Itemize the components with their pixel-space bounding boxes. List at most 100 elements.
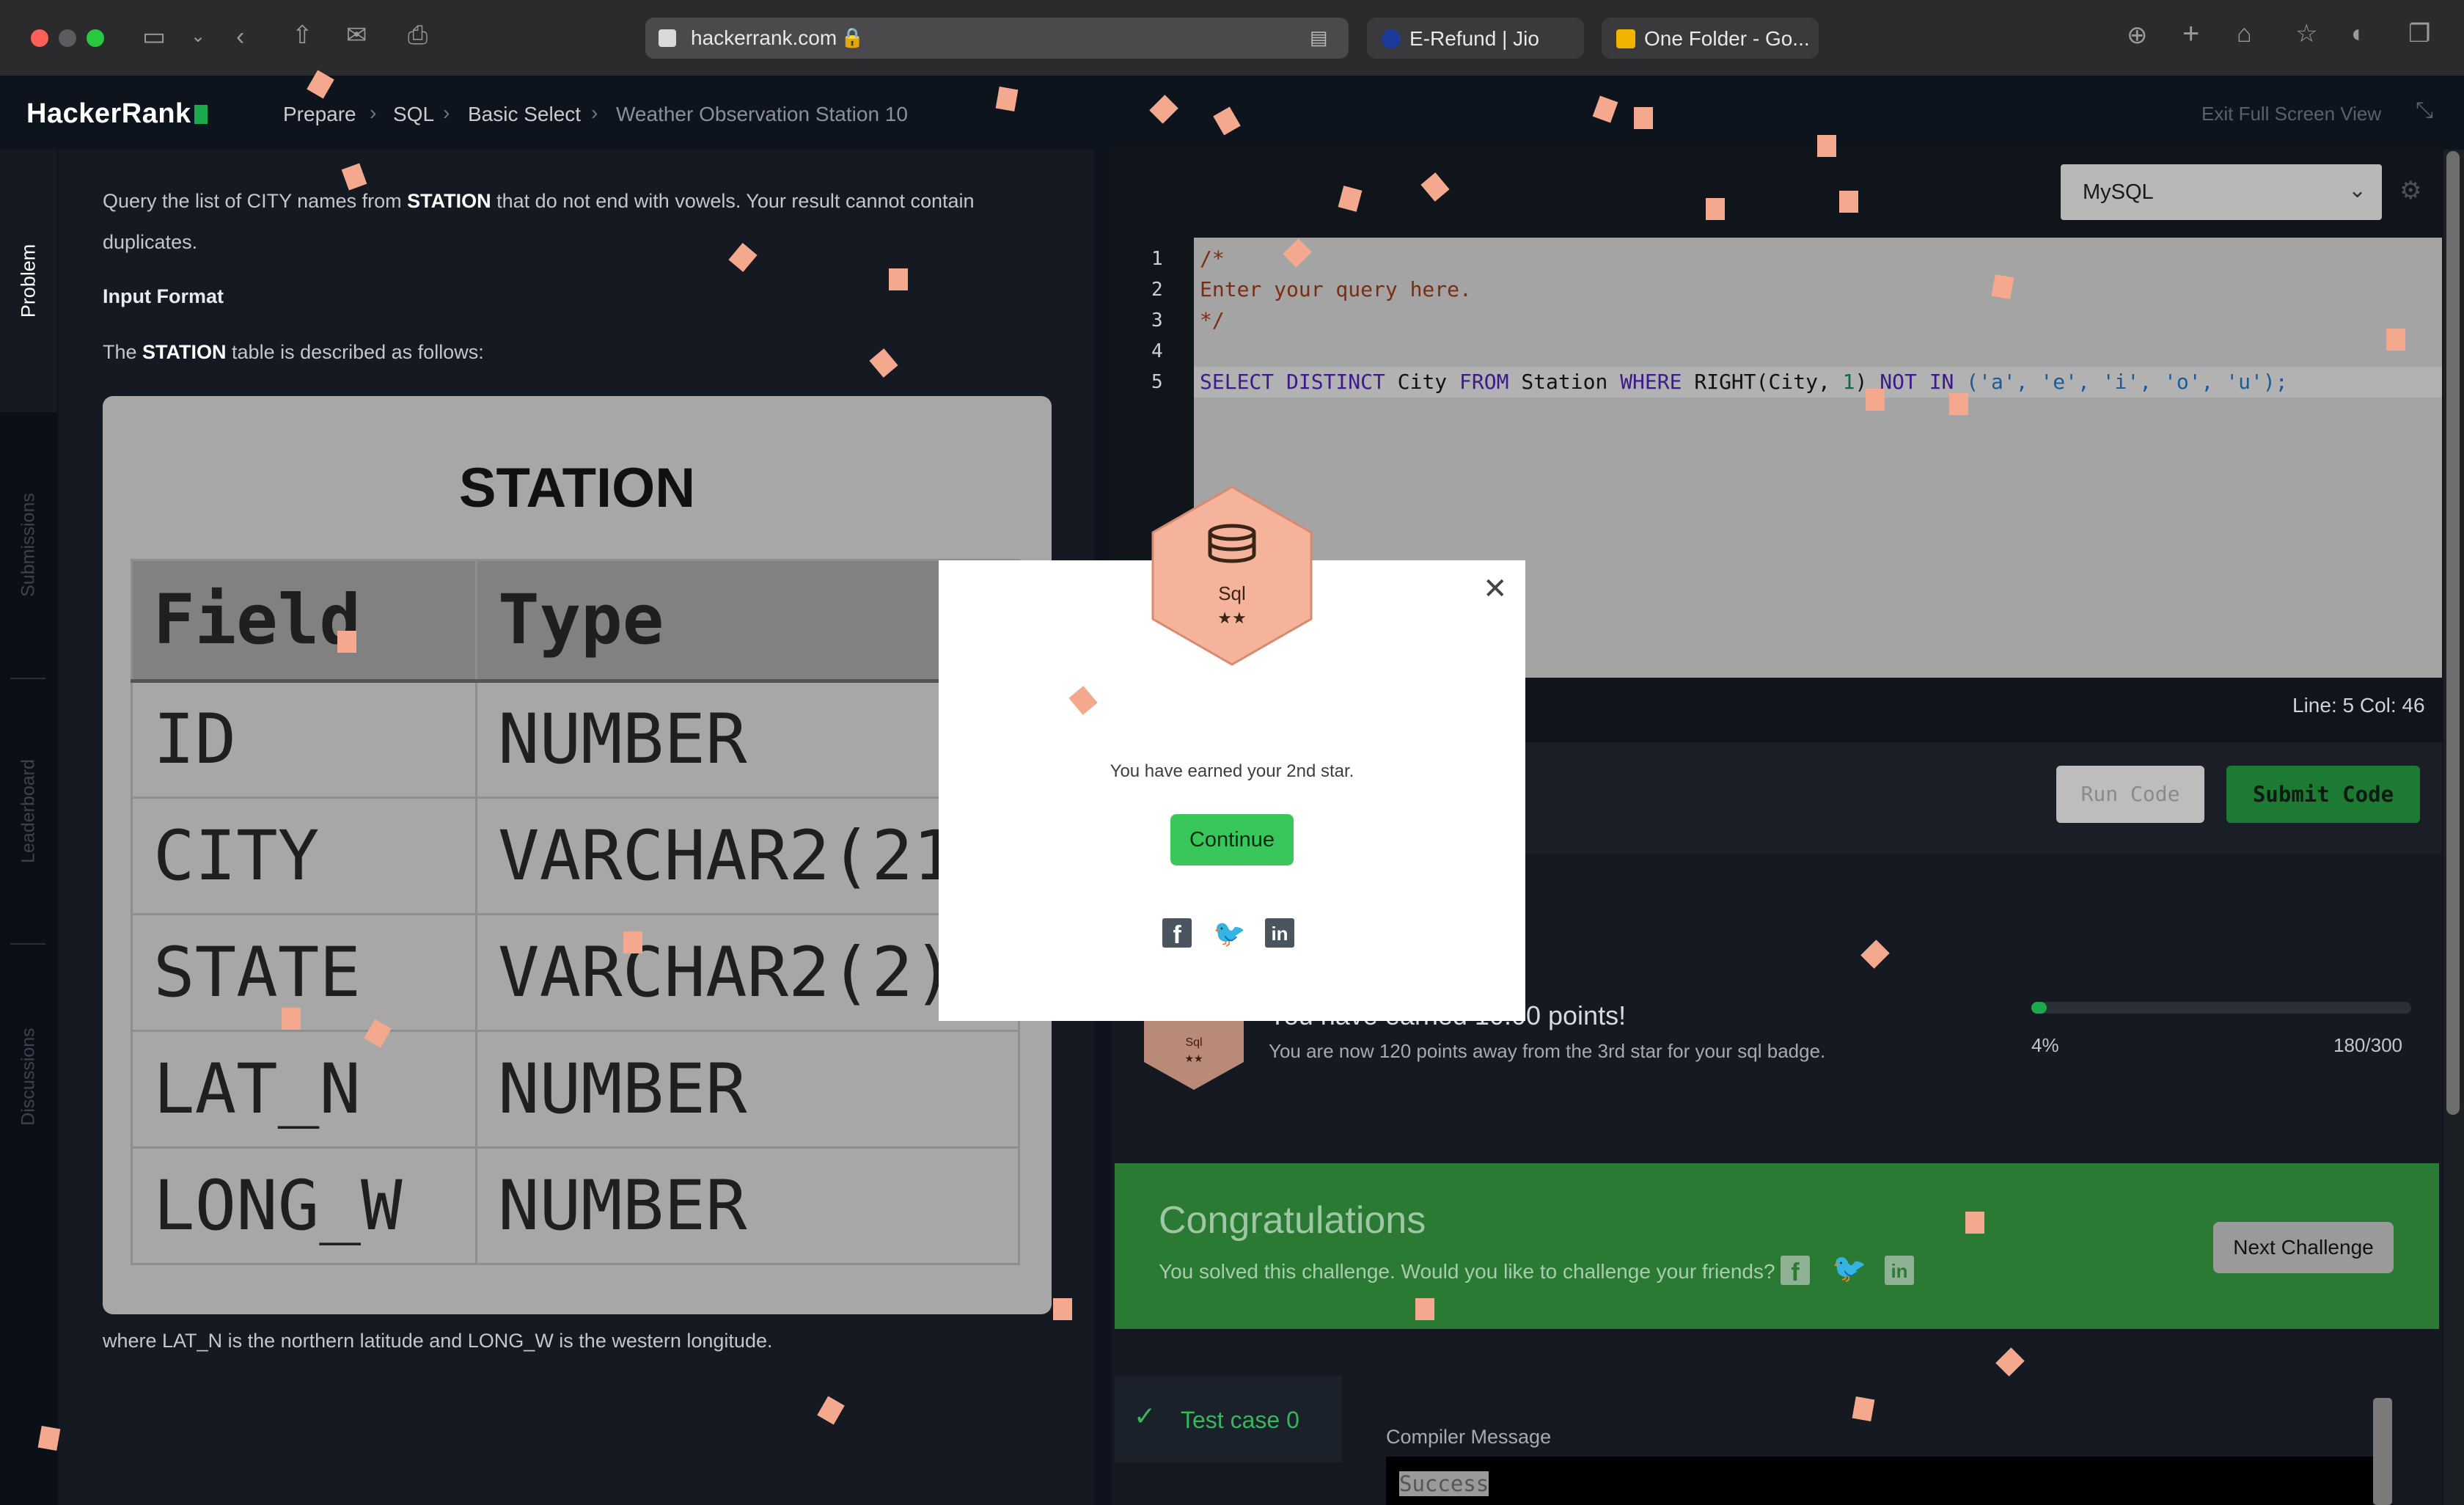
chevron-down-icon[interactable]: ⌄	[191, 22, 205, 51]
close-window-button[interactable]	[31, 29, 48, 47]
collapse-icon[interactable]: ⤡	[2416, 98, 2433, 123]
tab-submissions[interactable]: Submissions	[0, 412, 57, 678]
facebook-icon[interactable]: f	[1162, 918, 1192, 949]
chevron-down-icon: ⌄	[2348, 178, 2367, 202]
tabs-overview-icon[interactable]: ❐	[2408, 19, 2430, 48]
scrollbar-thumb[interactable]	[2446, 151, 2460, 1115]
chevron-right-icon: ›	[591, 101, 598, 124]
tab-jio[interactable]: E-Refund | Jio	[1367, 18, 1584, 59]
share-icon[interactable]: ⇧	[292, 21, 313, 50]
problem-statement-cont: duplicates.	[103, 231, 198, 253]
breadcrumb-sql[interactable]: SQL	[393, 103, 434, 126]
new-tab-icon[interactable]: +	[2182, 19, 2199, 48]
url-text: hackerrank.com	[691, 26, 837, 49]
table-cell: LAT_N	[131, 1030, 477, 1149]
breadcrumb-prepare[interactable]: Prepare	[283, 103, 356, 126]
table-description: The STATION table is described as follow…	[103, 341, 484, 363]
home-icon[interactable]: ⌂	[2237, 19, 2252, 48]
tab-label: Discussions	[18, 1028, 39, 1126]
line-number: 4	[1151, 340, 1163, 362]
continue-button[interactable]: Continue	[1170, 814, 1294, 865]
next-challenge-button[interactable]: Next Challenge	[2213, 1222, 2394, 1273]
table-cell: LONG_W	[131, 1146, 477, 1265]
tab-drive[interactable]: One Folder - Go...	[1602, 18, 1819, 59]
exit-fullscreen-link[interactable]: Exit Full Screen View	[2201, 103, 2381, 125]
badge-stars: ★★	[1184, 1053, 1203, 1065]
tab-label: E-Refund | Jio	[1409, 27, 1539, 50]
breadcrumb-current: Weather Observation Station 10	[616, 103, 908, 125]
table-row: LONG_W NUMBER	[131, 1146, 1020, 1265]
gear-icon[interactable]: ⚙	[2399, 176, 2421, 205]
linkedin-icon[interactable]: in	[1265, 918, 1294, 948]
header-cell: Field	[131, 559, 477, 683]
code-line-sql: SELECT DISTINCT City FROM Station WHERE …	[1200, 370, 2288, 394]
tab-leaderboard[interactable]: Leaderboard	[0, 679, 57, 943]
lock-icon: 🔒	[840, 26, 865, 48]
run-code-button[interactable]: Run Code	[2056, 766, 2204, 823]
submit-code-button[interactable]: Submit Code	[2226, 766, 2420, 823]
chevron-right-icon: ›	[370, 101, 377, 124]
site-favicon-icon	[659, 29, 676, 47]
badge-label: Sql	[1185, 1036, 1202, 1049]
header-cell: Type	[475, 559, 1020, 683]
sidebar-toggle-icon[interactable]: ▭	[142, 22, 166, 51]
language-value: MySQL	[2083, 180, 2154, 204]
line-number: 1	[1151, 248, 1163, 270]
address-bar[interactable]: hackerrank.com 🔒 ▤	[645, 18, 1349, 59]
table-cell: ID	[131, 680, 477, 799]
hackerrank-logo[interactable]: HackerRank	[26, 98, 208, 130]
tab-problem[interactable]: Problem	[0, 150, 57, 412]
table-footnote: where LAT_N is the northern latitude and…	[103, 1330, 773, 1352]
zoom-window-button[interactable]	[87, 29, 104, 47]
check-circle-icon: ✓	[1134, 1401, 1156, 1431]
table-row: LAT_N NUMBER	[131, 1030, 1020, 1149]
table-cell: STATE	[131, 913, 477, 1032]
star-icon[interactable]: ☆	[2295, 19, 2317, 48]
drive-icon	[1616, 29, 1635, 48]
tab-discussions[interactable]: Discussions	[0, 945, 57, 1209]
earned-subtext: You are now 120 points away from the 3rd…	[1269, 1040, 1826, 1062]
output-scrollbar[interactable]	[2373, 1398, 2392, 1505]
close-icon[interactable]: ✕	[1483, 572, 1508, 606]
twitter-icon[interactable]: 🐦	[1832, 1253, 1866, 1285]
compiler-message-label: Compiler Message	[1386, 1426, 1552, 1448]
progress-bar	[2031, 1002, 2411, 1014]
table-cell: VARCHAR2(21)	[475, 797, 1020, 915]
progress-count: 180/300	[2333, 1034, 2402, 1056]
minimize-window-button[interactable]	[59, 29, 76, 47]
download-icon[interactable]: ⊕	[2127, 21, 2148, 50]
tab-label: Leaderboard	[18, 759, 39, 863]
table-row: STATE VARCHAR2(2)	[131, 913, 1020, 1032]
twitter-icon[interactable]: 🐦	[1213, 918, 1246, 948]
facebook-icon[interactable]: f	[1781, 1256, 1810, 1286]
language-select[interactable]: MySQL ⌄	[2061, 164, 2382, 220]
tab-label: Problem	[17, 243, 40, 318]
table-row: ID NUMBER	[131, 680, 1020, 799]
shield-icon[interactable]: ◐	[2351, 19, 2366, 48]
reader-icon[interactable]: ▤	[1310, 26, 1328, 49]
print-icon[interactable]: ⎙	[408, 21, 428, 50]
table-cell: NUMBER	[475, 1146, 1020, 1265]
back-icon[interactable]: ‹	[236, 22, 244, 51]
code-line: Enter your query here.	[1200, 277, 1472, 301]
linkedin-icon[interactable]: in	[1885, 1256, 1914, 1285]
table-cell: NUMBER	[475, 1030, 1020, 1149]
mail-icon[interactable]: ✉	[346, 21, 367, 50]
station-table-image: STATION Field Type ID NUMBER CITY VARCHA…	[103, 396, 1052, 1314]
line-number: 3	[1151, 310, 1163, 332]
table-row: CITY VARCHAR2(21)	[131, 797, 1020, 915]
table-cell: VARCHAR2(2)	[475, 913, 1020, 1032]
vertical-tab-bar: Problem Submissions Leaderboard Discussi…	[0, 150, 57, 1505]
tab-label: One Folder - Go...	[1644, 27, 1810, 50]
cursor-position: Line: 5 Col: 46	[2292, 694, 2425, 717]
line-number: 2	[1151, 279, 1163, 301]
jio-icon	[1382, 29, 1401, 48]
progress-fill	[2031, 1002, 2047, 1014]
code-line: */	[1200, 308, 1225, 332]
section-heading: Input Format	[103, 285, 224, 307]
problem-statement: Query the list of CITY names from STATIO…	[103, 190, 975, 212]
table-title: STATION	[458, 457, 696, 519]
breadcrumb-basic-select[interactable]: Basic Select	[468, 103, 581, 126]
compiler-output	[1386, 1457, 2373, 1505]
chevron-right-icon: ›	[443, 101, 450, 124]
